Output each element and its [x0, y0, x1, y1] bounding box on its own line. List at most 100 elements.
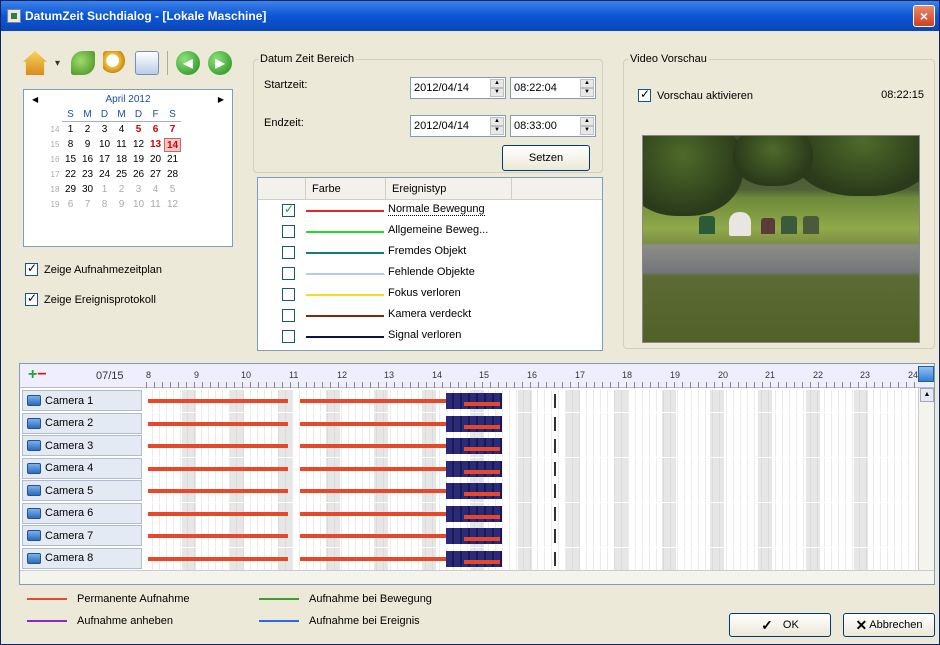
- header-event-type[interactable]: Ereignistyp: [386, 178, 512, 199]
- permanent-recording-segment[interactable]: [300, 534, 446, 538]
- event-recording-segment[interactable]: [446, 528, 502, 544]
- calendar-day[interactable]: 25: [113, 168, 130, 182]
- start-time-spinner[interactable]: ▲ ▼: [580, 79, 594, 97]
- close-button[interactable]: ×: [913, 5, 935, 27]
- event-recording-segment[interactable]: [446, 460, 502, 477]
- event-checkbox[interactable]: [282, 202, 295, 217]
- calendar-day[interactable]: 3: [130, 183, 147, 197]
- permanent-recording-segment[interactable]: [300, 556, 446, 561]
- event-checkbox[interactable]: [282, 330, 295, 343]
- camera-track[interactable]: [146, 525, 918, 547]
- event-checkbox[interactable]: [282, 309, 295, 322]
- zoom-icon[interactable]: [103, 51, 127, 75]
- camera-label[interactable]: Camera 6: [22, 502, 142, 524]
- calendar-day[interactable]: 15: [62, 153, 79, 167]
- calendar-day[interactable]: 5: [164, 183, 181, 197]
- preview-enable-option[interactable]: Vorschau aktivieren: [638, 87, 753, 102]
- camera-label[interactable]: Camera 3: [22, 435, 142, 456]
- event-recording-segment[interactable]: [446, 505, 502, 522]
- camera-label[interactable]: Camera 8: [22, 547, 142, 569]
- list-icon[interactable]: [135, 51, 159, 75]
- permanent-recording-segment[interactable]: [148, 489, 288, 493]
- calendar-day[interactable]: 9: [113, 198, 130, 212]
- calendar-next-button[interactable]: ▶: [218, 95, 224, 104]
- event-row[interactable]: Signal verloren: [258, 326, 602, 347]
- permanent-recording-segment[interactable]: [148, 534, 288, 538]
- permanent-recording-segment[interactable]: [148, 421, 288, 426]
- show-eventlog-option[interactable]: Zeige Ereignisprotokoll: [25, 291, 156, 306]
- calendar-day[interactable]: 10: [130, 198, 147, 212]
- calendar-day[interactable]: 22: [62, 168, 79, 182]
- show-schedule-option[interactable]: Zeige Aufnahmezeitplan: [25, 261, 162, 276]
- event-recording-segment[interactable]: [446, 438, 502, 454]
- calendar-day[interactable]: 8: [62, 138, 79, 152]
- start-date-spinner[interactable]: ▲ ▼: [490, 79, 504, 97]
- calendar-day[interactable]: 1: [62, 123, 79, 137]
- event-recording-segment[interactable]: [446, 483, 502, 499]
- permanent-recording-segment[interactable]: [148, 511, 288, 516]
- camera-label[interactable]: Camera 5: [22, 480, 142, 501]
- permanent-recording-segment[interactable]: [300, 466, 446, 471]
- calendar-day[interactable]: 9: [79, 138, 96, 152]
- calendar-day[interactable]: 26: [130, 168, 147, 182]
- camera-label[interactable]: Camera 7: [22, 525, 142, 546]
- video-preview-image[interactable]: [642, 135, 920, 343]
- calendar-day[interactable]: 4: [147, 183, 164, 197]
- calendar-day[interactable]: 28: [164, 168, 181, 182]
- permanent-recording-segment[interactable]: [300, 444, 446, 448]
- event-row[interactable]: Kamera verdeckt: [258, 305, 602, 326]
- end-date-picker[interactable]: 2012/04/14 ▲ ▼: [410, 115, 506, 137]
- calendar-month-label[interactable]: April 2012: [105, 94, 150, 105]
- camera-track[interactable]: [146, 435, 918, 457]
- permanent-recording-segment[interactable]: [300, 421, 446, 426]
- calendar-day[interactable]: 29: [62, 183, 79, 197]
- camera-label[interactable]: Camera 1: [22, 390, 142, 411]
- camera-label[interactable]: Camera 4: [22, 457, 142, 479]
- header-color[interactable]: Farbe: [306, 178, 386, 199]
- event-checkbox[interactable]: [282, 288, 295, 301]
- camera-track[interactable]: [146, 547, 918, 570]
- camera-track[interactable]: [146, 480, 918, 502]
- permanent-recording-segment[interactable]: [148, 466, 288, 471]
- scroll-up-button[interactable]: ▲: [920, 388, 934, 402]
- month-calendar[interactable]: ◀ April 2012 ▶ S M D M D F S 14 1 2 3 4 5 6 7 15 8 9 10 11 1…: [23, 89, 233, 247]
- calendar-day[interactable]: 7: [79, 198, 96, 212]
- event-recording-segment[interactable]: [446, 415, 502, 432]
- calendar-day[interactable]: 8: [96, 198, 113, 212]
- cancel-button[interactable]: ✕ Abbrechen: [843, 613, 935, 637]
- leaf-icon[interactable]: [71, 51, 95, 75]
- calendar-day[interactable]: 5: [130, 123, 147, 137]
- end-time-picker[interactable]: 08:33:00 ▲ ▼: [510, 115, 596, 137]
- end-time-spinner[interactable]: ▲ ▼: [580, 117, 594, 135]
- preview-enable-checkbox[interactable]: [638, 87, 651, 102]
- prev-icon[interactable]: ◀: [176, 51, 200, 75]
- calendar-day[interactable]: 2: [113, 183, 130, 197]
- calendar-day[interactable]: 1: [96, 183, 113, 197]
- calendar-day[interactable]: 13: [147, 138, 164, 152]
- permanent-recording-segment[interactable]: [300, 399, 446, 403]
- calendar-day[interactable]: 27: [147, 168, 164, 182]
- event-recording-segment[interactable]: [446, 550, 502, 567]
- event-row[interactable]: Normale Bewegung: [258, 200, 602, 221]
- calendar-day[interactable]: 7: [164, 123, 181, 137]
- show-schedule-checkbox[interactable]: [25, 261, 38, 276]
- calendar-day[interactable]: 30: [79, 183, 96, 197]
- event-type-table[interactable]: Farbe Ereignistyp Normale Bewegung Allgem…: [257, 177, 603, 351]
- calendar-day[interactable]: 14: [164, 138, 181, 152]
- zoom-out-icon[interactable]: −: [37, 366, 46, 383]
- calendar-day[interactable]: 21: [164, 153, 181, 167]
- event-row[interactable]: Fremdes Objekt: [258, 242, 602, 263]
- calendar-day[interactable]: 6: [147, 123, 164, 137]
- recording-timeline[interactable]: +− 07/15 8 9 10 11 12 13 14 15 16 17 18 19 20 21 22 23 2…: [19, 363, 935, 585]
- calendar-day[interactable]: 10: [96, 138, 113, 152]
- calendar-day[interactable]: 19: [130, 153, 147, 167]
- start-date-picker[interactable]: 2012/04/14 ▲ ▼: [410, 77, 506, 99]
- calendar-day[interactable]: 11: [113, 138, 130, 152]
- event-row[interactable]: Fokus verloren: [258, 284, 602, 305]
- calendar-day[interactable]: 23: [79, 168, 96, 182]
- permanent-recording-segment[interactable]: [300, 489, 446, 493]
- end-date-spinner[interactable]: ▲ ▼: [490, 117, 504, 135]
- calendar-day[interactable]: 3: [96, 123, 113, 137]
- camera-track[interactable]: [146, 502, 918, 525]
- calendar-prev-button[interactable]: ◀: [32, 95, 38, 104]
